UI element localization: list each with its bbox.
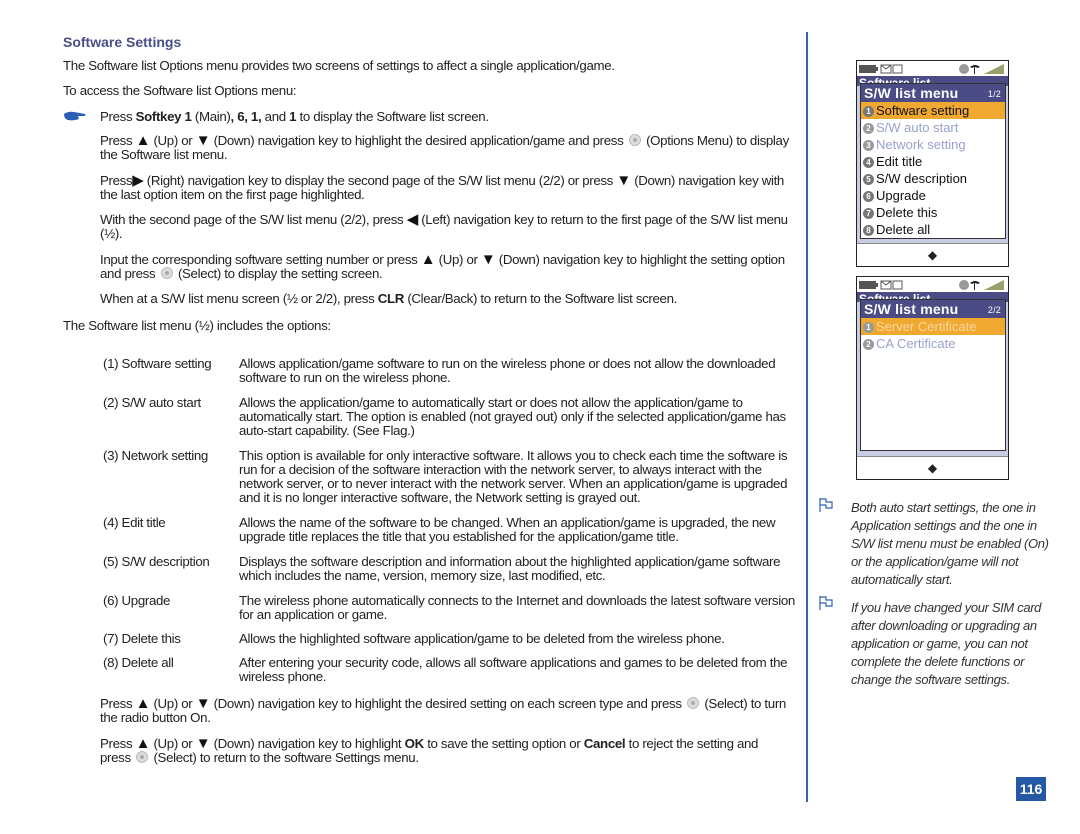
signal-icon xyxy=(984,64,1004,74)
phone-screen-1: Software list S/W list menu 1/2 1 Software… xyxy=(856,60,1009,267)
para-ok: Press ▲ (Up) or ▼ (Down) navigation key … xyxy=(100,735,759,765)
para-right: Press▶ (Right) navigation key to display… xyxy=(100,172,784,202)
mail-icon xyxy=(892,64,903,74)
sw-list-menu: S/W list menu 2/2 1 Server Certificate 2 CA… xyxy=(860,299,1006,451)
select-key-icon xyxy=(686,697,699,709)
option-desc: Allows the name of the software to be ch… xyxy=(239,515,776,544)
status-bar xyxy=(857,277,1008,292)
phone-screen-2: Software list S/W list menu 2/2 1 Server C… xyxy=(856,276,1009,480)
menu-item-sw-description[interactable]: 5 S/W description xyxy=(861,170,1005,187)
option-label: (1) Software setting xyxy=(103,356,212,371)
section-heading: Software Settings xyxy=(63,34,182,50)
soft-key-bar: ◆ xyxy=(857,456,1008,479)
up-arrow-icon: ▲ xyxy=(135,735,151,752)
signal-icon xyxy=(984,280,1004,290)
globe-icon xyxy=(959,64,969,74)
option-desc: Allows the application/game to automatic… xyxy=(239,395,786,438)
phone-icon xyxy=(970,65,980,74)
menu-item-delete-this[interactable]: 7 Delete this xyxy=(861,204,1005,221)
option-desc: This option is available for only intera… xyxy=(239,448,788,505)
menu-item-ca-certificate[interactable]: 2 CA Certificate xyxy=(861,335,1005,352)
option-desc: After entering your security code, allow… xyxy=(239,655,788,684)
flag-icon xyxy=(819,498,833,512)
option-label: (2) S/W auto start xyxy=(103,395,201,410)
menu-item-software-setting[interactable]: 1 Software setting xyxy=(861,102,1005,119)
option-desc: Displays the software description and in… xyxy=(239,554,781,583)
status-icons xyxy=(859,64,1004,74)
left-arrow-icon: ◀ xyxy=(406,211,419,228)
page-indicator: 1/2 xyxy=(987,89,1001,99)
options-menu-key-icon xyxy=(628,134,641,146)
option-label: (5) S/W description xyxy=(103,554,210,569)
step-1: Press Softkey 1 (Main), 6, 1, and 1 to d… xyxy=(100,109,489,124)
down-arrow-icon: ▼ xyxy=(480,251,496,268)
page-number: 116 xyxy=(1016,777,1046,801)
menu-item-network-setting[interactable]: 3 Network setting xyxy=(861,136,1005,153)
menu-item-edit-title[interactable]: 4 Edit title xyxy=(861,153,1005,170)
pointing-hand-icon xyxy=(64,111,86,121)
option-label: (8) Delete all xyxy=(103,655,174,670)
menu-item-delete-all[interactable]: 8 Delete all xyxy=(861,221,1005,238)
option-label: (6) Upgrade xyxy=(103,593,171,608)
options-intro: The Software list menu (½) includes the … xyxy=(63,318,331,333)
menu-item-server-certificate[interactable]: 1 Server Certificate xyxy=(861,318,1005,335)
four-way-navigation-icon: ◆ xyxy=(927,248,938,262)
option-label: (7) Delete this xyxy=(103,631,181,646)
note-sim-card: If you have changed your SIM card after … xyxy=(851,600,1042,687)
status-bar xyxy=(857,61,1008,76)
status-icons xyxy=(859,280,1004,290)
note-auto-start: Both auto start settings, the one in App… xyxy=(851,500,1049,587)
globe-icon xyxy=(959,280,969,290)
option-desc: Allows application/game software to run … xyxy=(239,356,776,385)
option-desc: Allows the highlighted software applicat… xyxy=(239,631,725,646)
para-options-menu: Press ▲ (Up) or ▼ (Down) navigation key … xyxy=(100,132,789,162)
menu-item-upgrade[interactable]: 6 Upgrade xyxy=(861,187,1005,204)
battery-icon xyxy=(859,65,876,73)
option-label: (3) Network setting xyxy=(103,448,208,463)
up-arrow-icon: ▲ xyxy=(420,251,436,268)
para-radio: Press ▲ (Up) or ▼ (Down) navigation key … xyxy=(100,695,786,725)
option-desc: The wireless phone automatically connect… xyxy=(239,593,795,622)
phone-icon xyxy=(970,281,980,290)
intro-text: The Software list Options menu provides … xyxy=(63,58,615,73)
soft-key-bar: ◆ xyxy=(857,243,1008,266)
four-way-navigation-icon: ◆ xyxy=(927,461,938,475)
para-input: Input the corresponding software setting… xyxy=(100,251,785,281)
mail-icon xyxy=(892,280,903,290)
down-arrow-icon: ▼ xyxy=(616,172,631,189)
para-clr: When at a S/W list menu screen (½ or 2/2… xyxy=(100,291,677,306)
menu-header: S/W list menu 1/2 xyxy=(861,84,1005,102)
flag-icon xyxy=(819,596,833,610)
menu-item-sw-auto-start[interactable]: 2 S/W auto start xyxy=(861,119,1005,136)
sw-list-menu: S/W list menu 1/2 1 Software setting 2 S/W … xyxy=(860,83,1006,239)
option-label: (4) Edit title xyxy=(103,515,166,530)
access-text: To access the Software list Options menu… xyxy=(63,83,297,98)
column-divider xyxy=(806,32,808,802)
select-key-icon xyxy=(160,267,173,279)
page-indicator: 2/2 xyxy=(987,305,1001,315)
para-left: With the second page of the S/W list men… xyxy=(100,211,788,241)
battery-icon xyxy=(859,281,876,289)
select-key-icon xyxy=(136,751,149,763)
menu-header: S/W list menu 2/2 xyxy=(861,300,1005,318)
